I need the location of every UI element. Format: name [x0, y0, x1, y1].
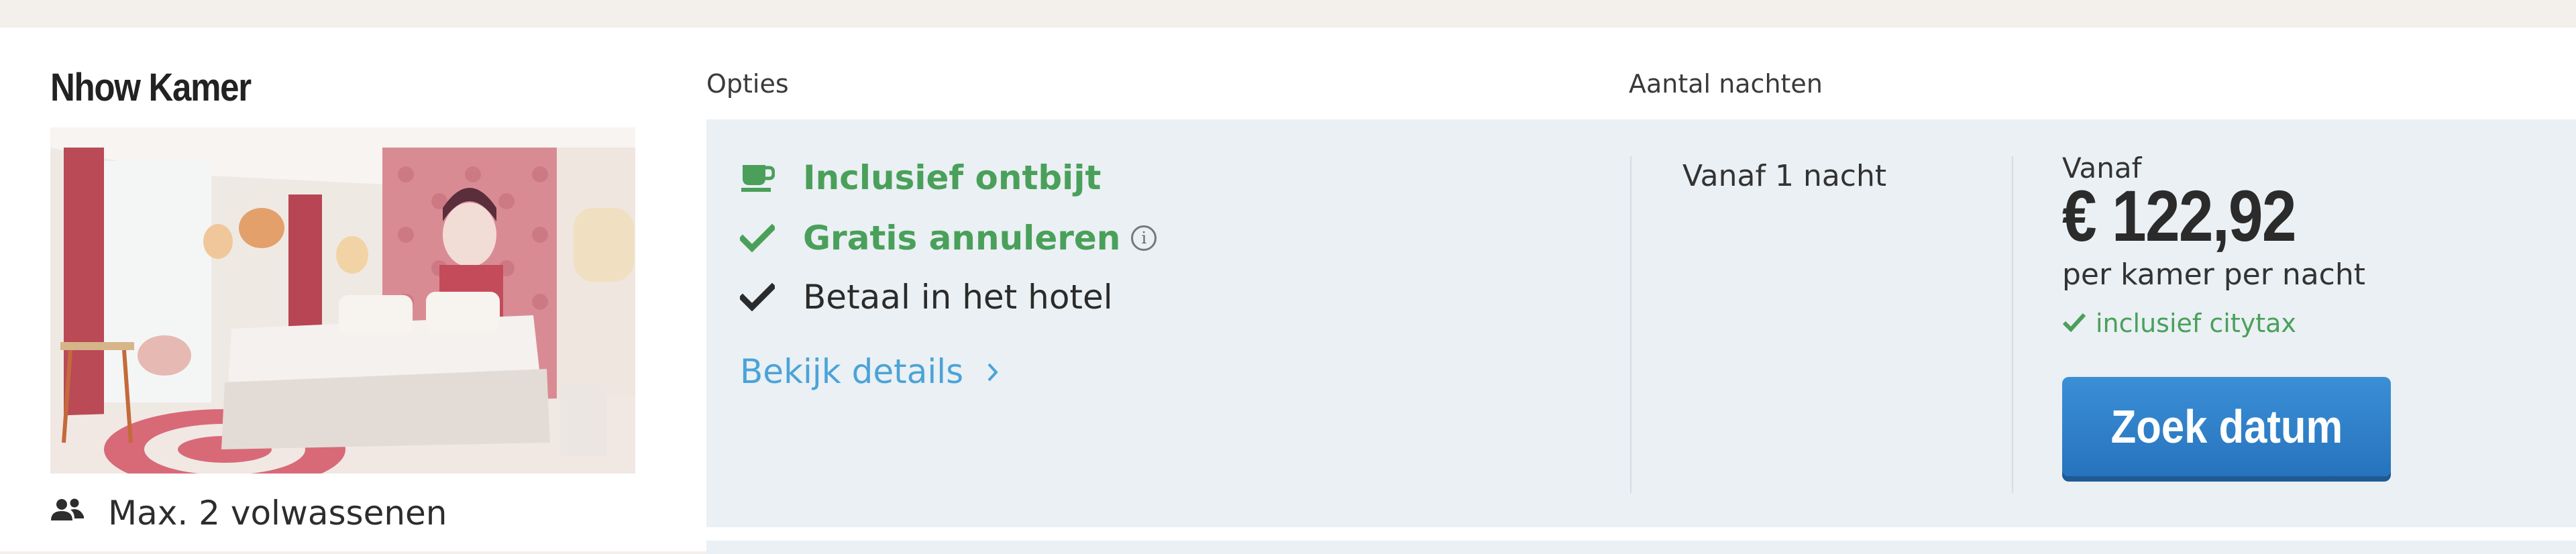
option-label: Gratis annuleren — [803, 219, 1121, 258]
users-icon — [50, 494, 85, 533]
option-label: Inclusief ontbijt — [803, 158, 1102, 197]
column-divider — [2012, 156, 2013, 493]
info-icon[interactable]: i — [1131, 225, 1157, 251]
nights-column-header: Aantal nachten — [1629, 69, 1823, 99]
next-rate-panel — [706, 541, 2576, 554]
price-amount: € 122,92 — [2062, 175, 2297, 256]
option-pay-at-hotel: Betaal in het hotel — [740, 274, 1113, 321]
option-breakfast: Inclusief ontbijt — [740, 154, 1101, 201]
search-date-button[interactable]: Zoek datum — [2062, 377, 2391, 476]
option-free-cancellation: Gratis annuleren i — [740, 215, 1157, 262]
options-column-header: Opties — [706, 69, 789, 99]
price-unit: per kamer per nacht — [2062, 258, 2366, 292]
capacity-info: Max. 2 volwassenen — [50, 490, 447, 537]
checkmark-icon — [740, 221, 775, 256]
room-photo[interactable] — [50, 127, 635, 474]
column-divider — [1630, 156, 1631, 493]
citytax-label: inclusief citytax — [2096, 309, 2296, 338]
view-details-link[interactable]: Bekijk details — [740, 352, 1000, 391]
checkmark-icon — [740, 280, 775, 315]
chevron-right-icon — [986, 352, 1000, 391]
citytax-note: inclusief citytax — [2062, 309, 2296, 338]
room-title: Nhow Kamer — [50, 66, 252, 109]
option-label: Betaal in het hotel — [803, 278, 1113, 317]
coffee-cup-icon — [740, 160, 775, 195]
search-date-label: Zoek datum — [2110, 400, 2343, 453]
details-link-label: Bekijk details — [740, 352, 964, 391]
capacity-label: Max. 2 volwassenen — [108, 494, 447, 533]
nights-value: Vanaf 1 nacht — [1682, 159, 1887, 193]
checkmark-icon — [2062, 309, 2086, 338]
